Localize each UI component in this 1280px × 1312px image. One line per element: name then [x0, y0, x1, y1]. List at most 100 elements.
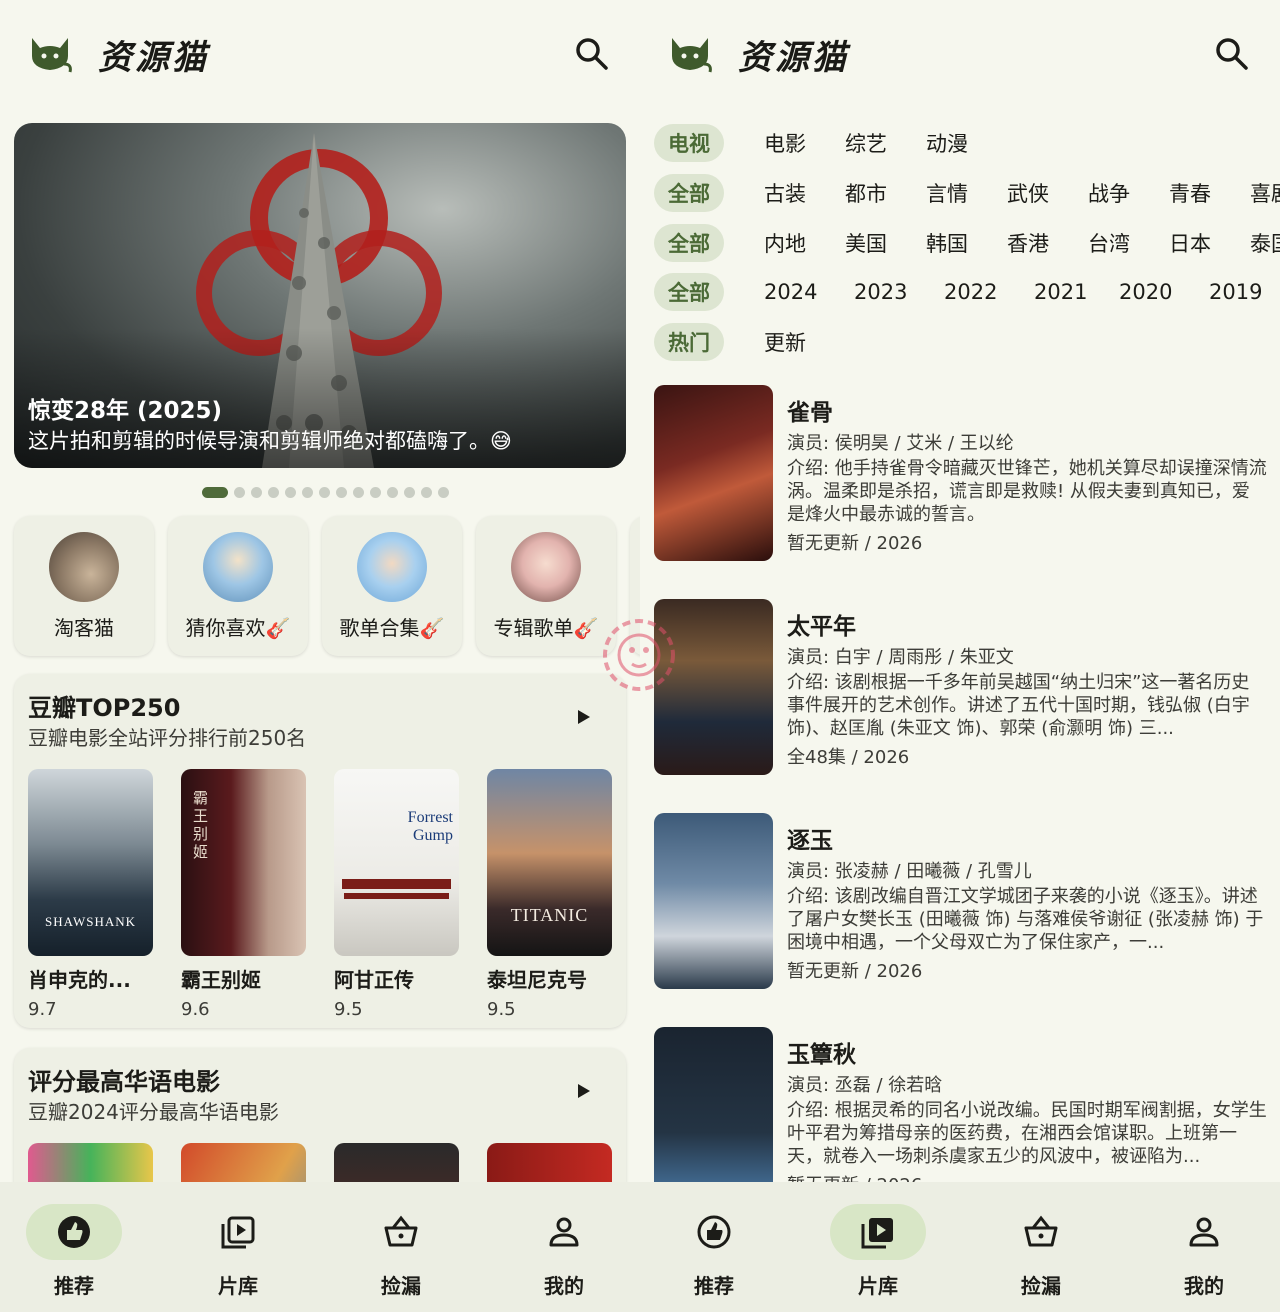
item-title: 太平年 [787, 614, 856, 640]
poster-title: 阿甘正传 [334, 968, 414, 992]
nav-deals[interactable]: 捡漏 [351, 1204, 451, 1298]
poster-rating: 9.5 [334, 999, 363, 1020]
section-subtitle: 豆瓣电影全站评分排行前250名 [28, 726, 307, 750]
carousel-dot[interactable] [268, 486, 279, 498]
nav-label: 片库 [218, 1274, 258, 1298]
filter-chip[interactable]: 韩国 [912, 224, 982, 262]
nav-mine[interactable]: 我的 [1154, 1204, 1254, 1298]
lion-stamp-icon [603, 619, 675, 691]
nav-library[interactable]: 片库 [188, 1204, 288, 1298]
content-item[interactable]: 太平年 演员: 白宇 / 周雨彤 / 朱亚文 介绍: 该剧根据一千多年前吴越国“… [654, 599, 1280, 775]
play-arrow-icon[interactable] [578, 1084, 590, 1098]
filter-chip[interactable]: 电视 [654, 124, 724, 162]
section-subtitle: 豆瓣2024评分最高华语电影 [28, 1100, 279, 1124]
album-avatar [511, 532, 581, 602]
play-arrow-icon[interactable] [578, 710, 590, 724]
item-description: 介绍: 他手持雀骨令暗藏灭世锋芒，她机关算尽却误撞深情流涡。温柔即是杀招，谎言即… [787, 458, 1267, 525]
poster-card[interactable]: SHAWSHANK 肖申克的... 9.7 [28, 769, 153, 1020]
carousel-dot[interactable] [370, 486, 381, 498]
nav-deals[interactable]: 捡漏 [991, 1204, 1091, 1298]
hero-banner[interactable]: 惊变28年 (2025) 这片拍和剪辑的时候导演和剪辑师绝对都磕嗨了。😅 [14, 123, 626, 468]
carousel-dot[interactable] [285, 486, 296, 498]
cover-image [654, 813, 773, 989]
filter-chip[interactable]: 战争 [1074, 174, 1144, 212]
filter-chip[interactable]: 喜剧 [1236, 174, 1280, 212]
content-item[interactable]: 雀骨 演员: 侯明昊 / 艾米 / 王以纶 介绍: 他手持雀骨令暗藏灭世锋芒，她… [654, 385, 1280, 561]
poster-rating: 9.7 [28, 999, 57, 1020]
thumb-up-icon [58, 1216, 90, 1248]
filter-chip[interactable]: 香港 [993, 224, 1063, 262]
search-icon[interactable] [1214, 36, 1250, 72]
poster-rating: 9.5 [487, 999, 516, 1020]
item-title: 玉簟秋 [787, 1042, 856, 1068]
content-item[interactable]: 逐玉 演员: 张凌赫 / 田曦薇 / 孔雪儿 介绍: 该剧改编自晋江文学城团子来… [654, 813, 1280, 989]
filter-chip[interactable]: 动漫 [912, 124, 982, 162]
nav-label: 我的 [1184, 1274, 1224, 1298]
nav-library[interactable]: 片库 [828, 1204, 928, 1298]
item-actors: 演员: 丞磊 / 徐若晗 [787, 1075, 943, 1096]
item-meta: 暂无更新 / 2026 [787, 1171, 922, 1182]
carousel-dot[interactable] [336, 486, 347, 498]
filter-chip[interactable]: 武侠 [993, 174, 1063, 212]
search-icon[interactable] [574, 36, 610, 72]
carousel-dot[interactable] [421, 486, 432, 498]
carousel-dot[interactable] [302, 486, 313, 498]
carousel-dot[interactable] [319, 486, 330, 498]
filter-chip[interactable]: 2022 [930, 273, 1011, 311]
filter-chip[interactable]: 2020 [1105, 273, 1186, 311]
nav-recommend[interactable]: 推荐 [664, 1204, 764, 1298]
carousel-dot[interactable] [234, 486, 245, 498]
nav-label: 片库 [858, 1274, 898, 1298]
filter-chip[interactable]: 台湾 [1074, 224, 1144, 262]
filter-chip[interactable]: 言情 [912, 174, 982, 212]
poster-rating: 9.6 [181, 999, 210, 1020]
filter-chip[interactable]: 泰国 [1236, 224, 1280, 262]
filter-chip[interactable]: 2021 [1020, 273, 1101, 311]
filter-chip[interactable]: 更新 [750, 323, 820, 361]
filter-chip[interactable]: 青春 [1155, 174, 1225, 212]
item-description: 介绍: 该剧改编自晋江文学城团子来袭的小说《逐玉》。讲述了屠户女樊长玉 (田曦薇… [787, 886, 1264, 953]
filter-chip[interactable]: 都市 [831, 174, 901, 212]
nav-mine[interactable]: 我的 [514, 1204, 614, 1298]
hero-subtitle: 这片拍和剪辑的时候导演和剪辑师绝对都磕嗨了。😅 [28, 429, 512, 453]
top-app-bar: 资源猫 [0, 0, 640, 110]
carousel-dot[interactable] [353, 486, 364, 498]
content-list: 雀骨 演员: 侯明昊 / 艾米 / 王以纶 介绍: 他手持雀骨令暗藏灭世锋芒，她… [640, 380, 1280, 1182]
filter-chip[interactable]: 综艺 [831, 124, 901, 162]
filter-chip[interactable]: 全部 [654, 224, 724, 262]
item-description: 介绍: 根据灵希的同名小说改编。民国时期军阀割据，女学生叶平君为筹措母亲的医药费… [787, 1100, 1267, 1167]
carousel-dot[interactable] [438, 486, 449, 498]
filter-chip[interactable]: 美国 [831, 224, 901, 262]
home-screen: 资源猫 惊变28年 (2025) 这片拍和剪辑的时候导演和剪辑师绝对都磕嗨了。😅 [0, 0, 640, 1312]
poster-card[interactable]: Forrest Gump 阿甘正传 9.5 [334, 769, 459, 1020]
category-card-taokemao[interactable]: 淘客猫 [14, 516, 154, 656]
section-title: 豆瓣TOP250 [28, 694, 181, 722]
filter-chip[interactable]: 电影 [750, 124, 820, 162]
bottom-navigation: 推荐 片库 捡漏 我的 [640, 1182, 1280, 1312]
content-item[interactable]: 玉簟秋 演员: 丞磊 / 徐若晗 介绍: 根据灵希的同名小说改编。民国时期军阀割… [654, 1027, 1280, 1182]
filter-chip[interactable]: 2019 [1195, 273, 1276, 311]
carousel-dot[interactable] [387, 486, 398, 498]
carousel-indicator[interactable] [202, 486, 449, 498]
carousel-dot[interactable] [404, 486, 415, 498]
filter-chip[interactable]: 内地 [750, 224, 820, 262]
guess-avatar [203, 532, 273, 602]
top-app-bar: 资源猫 [640, 0, 1280, 110]
filter-chip[interactable]: 古装 [750, 174, 820, 212]
filter-chip[interactable]: 2023 [840, 273, 921, 311]
filter-chip[interactable]: 热门 [654, 323, 724, 361]
nav-recommend[interactable]: 推荐 [24, 1204, 124, 1298]
category-card-playlists[interactable]: 歌单合集🎸 [322, 516, 462, 656]
category-row: 淘客猫 猜你喜欢🎸 歌单合集🎸 专辑歌单🎸 电视 [14, 516, 640, 656]
category-card-guess[interactable]: 猜你喜欢🎸 [168, 516, 308, 656]
nav-label: 推荐 [694, 1274, 734, 1298]
carousel-dot[interactable] [202, 486, 228, 498]
filter-chip[interactable]: 全部 [654, 273, 724, 311]
video-library-icon [221, 1216, 255, 1249]
poster-card[interactable]: TITANIC 泰坦尼克号 9.5 [487, 769, 612, 1020]
poster-card[interactable]: 霸王别姬 霸王别姬 9.6 [181, 769, 306, 1020]
filter-chip[interactable]: 全部 [654, 174, 724, 212]
filter-chip[interactable]: 日本 [1155, 224, 1225, 262]
carousel-dot[interactable] [251, 486, 262, 498]
filter-chip[interactable]: 2024 [750, 273, 831, 311]
